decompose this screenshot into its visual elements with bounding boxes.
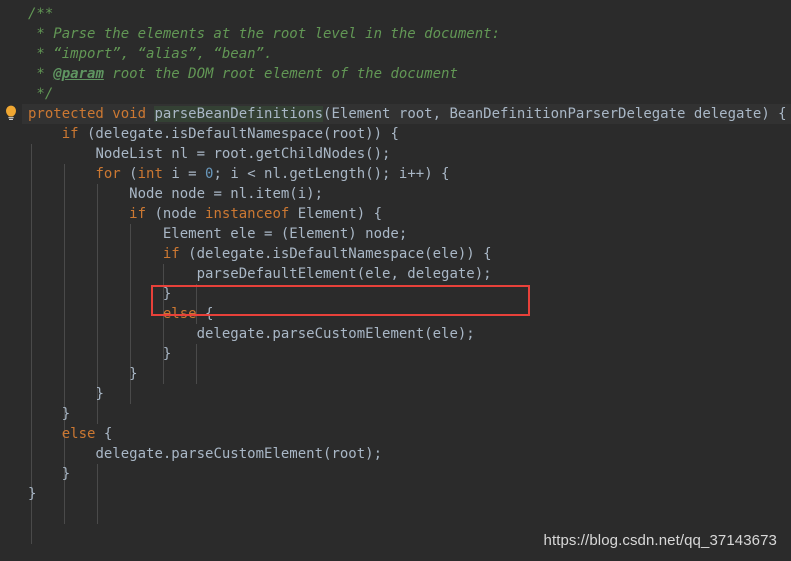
token-plain: delegate.parseCustomElement(root);: [95, 446, 383, 462]
code-line[interactable]: }: [0, 344, 791, 364]
token-comment: * Parse the elements at the root level i…: [28, 26, 501, 42]
token-comment: root the DOM root element of the documen…: [103, 66, 458, 82]
token-plain: Node node = nl.item(i);: [129, 186, 324, 202]
code-line[interactable]: */: [0, 84, 791, 104]
token-plain: (delegate.isDefaultNamespace(ele)) {: [179, 246, 492, 262]
token-keyword: if: [162, 246, 180, 262]
code-line[interactable]: * @param root the DOM root element of th…: [0, 64, 791, 84]
token-keyword: protected: [28, 106, 104, 122]
token-keyword: if: [129, 206, 147, 222]
token-keyword: for: [95, 166, 121, 182]
token-plain: }: [61, 406, 71, 422]
code-line[interactable]: protected void parseBeanDefinitions(Elem…: [0, 104, 791, 124]
token-comment: * “import”, “alias”, “bean”.: [28, 46, 273, 62]
token-keyword: instanceof: [205, 206, 290, 222]
token-plain: i =: [162, 166, 206, 182]
token-plain: }: [28, 486, 37, 502]
token-ident-hl: parseBeanDefinitions: [154, 106, 324, 122]
token-plain: (delegate.isDefaultNamespace(root)) {: [78, 126, 399, 142]
token-tag: @param: [53, 66, 104, 82]
token-plain: NodeList nl = root.getChildNodes();: [95, 146, 391, 162]
code-line[interactable]: delegate.parseCustomElement(root);: [0, 444, 791, 464]
token-plain: (: [120, 166, 138, 182]
token-plain: (Element root, BeanDefinitionParserDeleg…: [323, 106, 787, 122]
code-line[interactable]: parseDefaultElement(ele, delegate);: [0, 264, 791, 284]
code-line[interactable]: }: [0, 404, 791, 424]
code-line[interactable]: }: [0, 484, 791, 504]
token-plain: delegate.parseCustomElement(ele);: [196, 326, 475, 342]
code-line[interactable]: if (delegate.isDefaultNamespace(root)) {: [0, 124, 791, 144]
code-line[interactable]: Element ele = (Element) node;: [0, 224, 791, 244]
token-comment: */: [28, 86, 54, 102]
code-line[interactable]: * Parse the elements at the root level i…: [0, 24, 791, 44]
token-plain: }: [129, 366, 138, 382]
code-line[interactable]: }: [0, 464, 791, 484]
token-plain: }: [61, 466, 71, 482]
token-keyword: int: [137, 166, 163, 182]
token-plain: Element) {: [289, 206, 383, 222]
token-plain: }: [95, 386, 104, 402]
code-line[interactable]: else {: [0, 304, 791, 324]
token-plain: Element ele = (Element) node;: [162, 226, 408, 242]
code-line[interactable]: else {: [0, 424, 791, 444]
token-keyword: else: [162, 306, 197, 322]
code-line[interactable]: /**: [0, 4, 791, 24]
token-plain: ; i < nl.getLength(); i++) {: [213, 166, 450, 182]
code-line[interactable]: if (node instanceof Element) {: [0, 204, 791, 224]
token-plain: parseDefaultElement(ele, delegate);: [196, 266, 492, 282]
token-keyword: void: [112, 106, 147, 122]
code-line[interactable]: }: [0, 284, 791, 304]
code-line[interactable]: }: [0, 364, 791, 384]
code-line[interactable]: for (int i = 0; i < nl.getLength(); i++)…: [0, 164, 791, 184]
code-line[interactable]: delegate.parseCustomElement(ele);: [0, 324, 791, 344]
token-keyword: if: [61, 126, 79, 142]
token-plain: (node: [146, 206, 206, 222]
token-keyword: else: [61, 426, 96, 442]
token-plain: {: [95, 426, 113, 442]
code-line[interactable]: }: [0, 384, 791, 404]
token-comment: /**: [28, 6, 54, 22]
token-plain: }: [162, 346, 172, 362]
token-comment: *: [28, 66, 54, 82]
code-editor-window: /** * Parse the elements at the root lev…: [0, 0, 791, 561]
watermark-url: https://blog.csdn.net/qq_37143673: [543, 532, 777, 549]
token-plain: {: [196, 306, 214, 322]
code-line[interactable]: Node node = nl.item(i);: [0, 184, 791, 204]
code-content[interactable]: /** * Parse the elements at the root lev…: [0, 4, 791, 504]
code-line[interactable]: NodeList nl = root.getChildNodes();: [0, 144, 791, 164]
code-line[interactable]: if (delegate.isDefaultNamespace(ele)) {: [0, 244, 791, 264]
token-plain: }: [162, 286, 172, 302]
code-line[interactable]: * “import”, “alias”, “bean”.: [0, 44, 791, 64]
